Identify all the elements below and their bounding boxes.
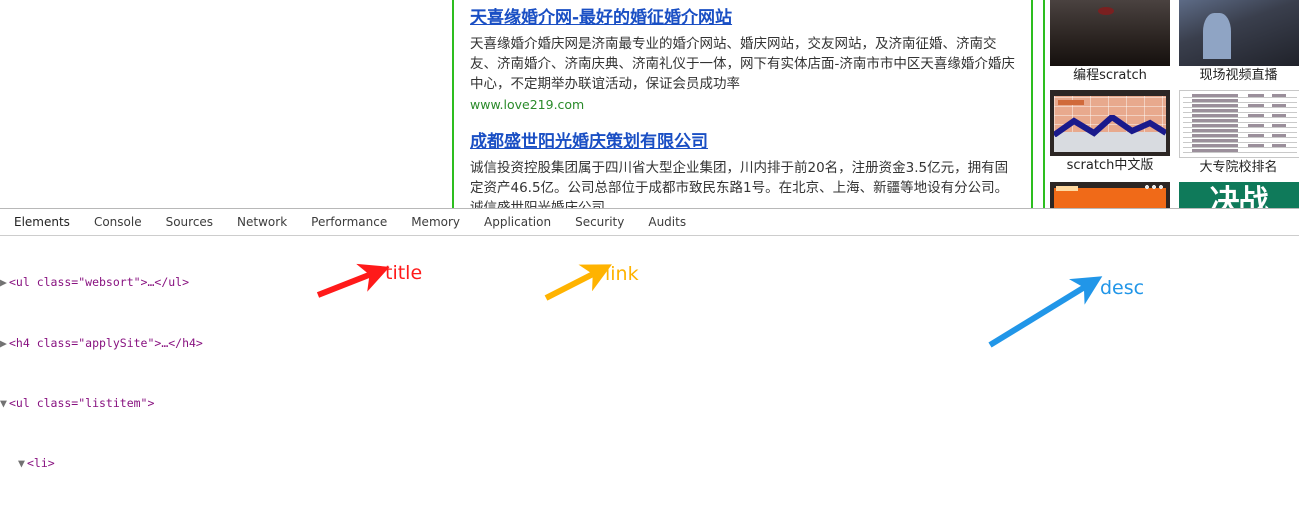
scratch-stage-art	[1054, 96, 1166, 152]
title-annotation-label: title	[385, 262, 422, 284]
thumbnail-image-programming-scratch[interactable]	[1050, 0, 1170, 66]
result-description: 天喜缘婚介婚庆网是济南最专业的婚介网站、婚庆网站，交友网站，及济南征婚、济南交友…	[470, 34, 1015, 94]
dom-node-markup: <h4 class="applySite">…</h4>	[9, 336, 203, 350]
tab-audits[interactable]: Audits	[636, 210, 698, 234]
devtools-panel: Elements Console Sources Network Perform…	[0, 208, 1299, 508]
orange-window-art	[1054, 188, 1166, 208]
tab-console[interactable]: Console	[82, 210, 154, 234]
green-divider-left	[452, 0, 454, 208]
desc-annotation-label: desc	[1100, 277, 1144, 299]
dom-node-h4-applysite[interactable]: ▶<h4 class="applySite">…</h4>	[0, 336, 1299, 351]
thumbnail-image-green-banner[interactable]: 决战	[1179, 182, 1299, 208]
green-divider-right	[1043, 0, 1045, 208]
tab-sources[interactable]: Sources	[154, 210, 225, 234]
window-dots-art	[1144, 185, 1164, 190]
result-title-link[interactable]: 天喜缘婚介网-最好的婚征婚介网站	[470, 6, 732, 30]
tab-memory[interactable]: Memory	[399, 210, 472, 234]
tab-performance[interactable]: Performance	[299, 210, 399, 234]
dom-node-markup: <li>	[27, 456, 55, 470]
thumbnail-label: scratch中文版	[1050, 156, 1170, 176]
banner-text: 决战	[1179, 186, 1299, 208]
search-results-list: 天喜缘婚介网-最好的婚征婚介网站 天喜缘婚介婚庆网是济南最专业的婚介网站、婚庆网…	[470, 0, 1015, 208]
tab-application[interactable]: Application	[472, 210, 563, 234]
search-result-item: 成都盛世阳光婚庆策划有限公司 诚信投资控股集团属于四川省大型企业集团，川内排于前…	[470, 130, 1015, 208]
thumbnail-label: 现场视频直播	[1179, 66, 1299, 86]
scratch-toolbar-art	[1058, 100, 1084, 105]
scratch-zigzag-icon	[1054, 115, 1166, 137]
search-result-item: 天喜缘婚介网-最好的婚征婚介网站 天喜缘婚介婚庆网是济南最专业的婚介网站、婚庆网…	[470, 6, 1015, 114]
link-annotation-label: link	[605, 263, 639, 285]
dom-node-markup: <ul class="websort">…</ul>	[9, 275, 189, 289]
devtools-tab-bar: Elements Console Sources Network Perform…	[0, 209, 1299, 236]
thumbnail-card[interactable]: 现场视频直播	[1179, 0, 1299, 86]
thumbnail-image-college-ranking[interactable]	[1179, 90, 1299, 158]
thumbnail-label: 编程scratch	[1050, 66, 1170, 86]
disclosure-triangle-expanded-icon[interactable]: ▼	[18, 456, 27, 471]
thumbnail-image-live-video[interactable]	[1179, 0, 1299, 66]
window-tab-art	[1056, 186, 1078, 191]
thumbnail-image-scratch-chinese[interactable]	[1050, 90, 1170, 156]
thumbnail-sidebar: 编程scratch 现场视频直播 scratch中文版	[1050, 0, 1299, 208]
thumbnail-card[interactable]	[1050, 182, 1170, 208]
tab-security[interactable]: Security	[563, 210, 636, 234]
tab-network[interactable]: Network	[225, 210, 299, 234]
thumbnail-card[interactable]: scratch中文版	[1050, 90, 1170, 178]
thumbnail-card[interactable]: 大专院校排名	[1179, 90, 1299, 178]
dom-node-li-first[interactable]: ▼<li>	[0, 456, 1299, 471]
disclosure-triangle-collapsed-icon[interactable]: ▶	[0, 336, 9, 351]
disclosure-triangle-expanded-icon[interactable]: ▼	[0, 396, 9, 411]
dom-node-ul-listitem[interactable]: ▼<ul class="listitem">	[0, 396, 1299, 411]
web-page-region: 天喜缘婚介网-最好的婚征婚介网站 天喜缘婚介婚庆网是济南最专业的婚介网站、婚庆网…	[0, 0, 1299, 208]
thumbnail-card[interactable]: 编程scratch	[1050, 0, 1170, 86]
tab-elements[interactable]: Elements	[2, 210, 82, 234]
thumbnail-image-orange-window[interactable]	[1050, 182, 1170, 208]
thumbnail-label: 大专院校排名	[1179, 158, 1299, 178]
disclosure-triangle-collapsed-icon[interactable]: ▶	[0, 275, 9, 290]
thumbnail-card[interactable]: 决战	[1179, 182, 1299, 208]
result-description: 诚信投资控股集团属于四川省大型企业集团，川内排于前20名，注册资金3.5亿元，拥…	[470, 158, 1015, 208]
dom-node-markup: <ul class="listitem">	[9, 396, 154, 410]
result-title-link[interactable]: 成都盛世阳光婚庆策划有限公司	[470, 130, 708, 154]
green-divider-middle	[1031, 0, 1033, 208]
result-url: www.love219.com	[470, 96, 1015, 114]
